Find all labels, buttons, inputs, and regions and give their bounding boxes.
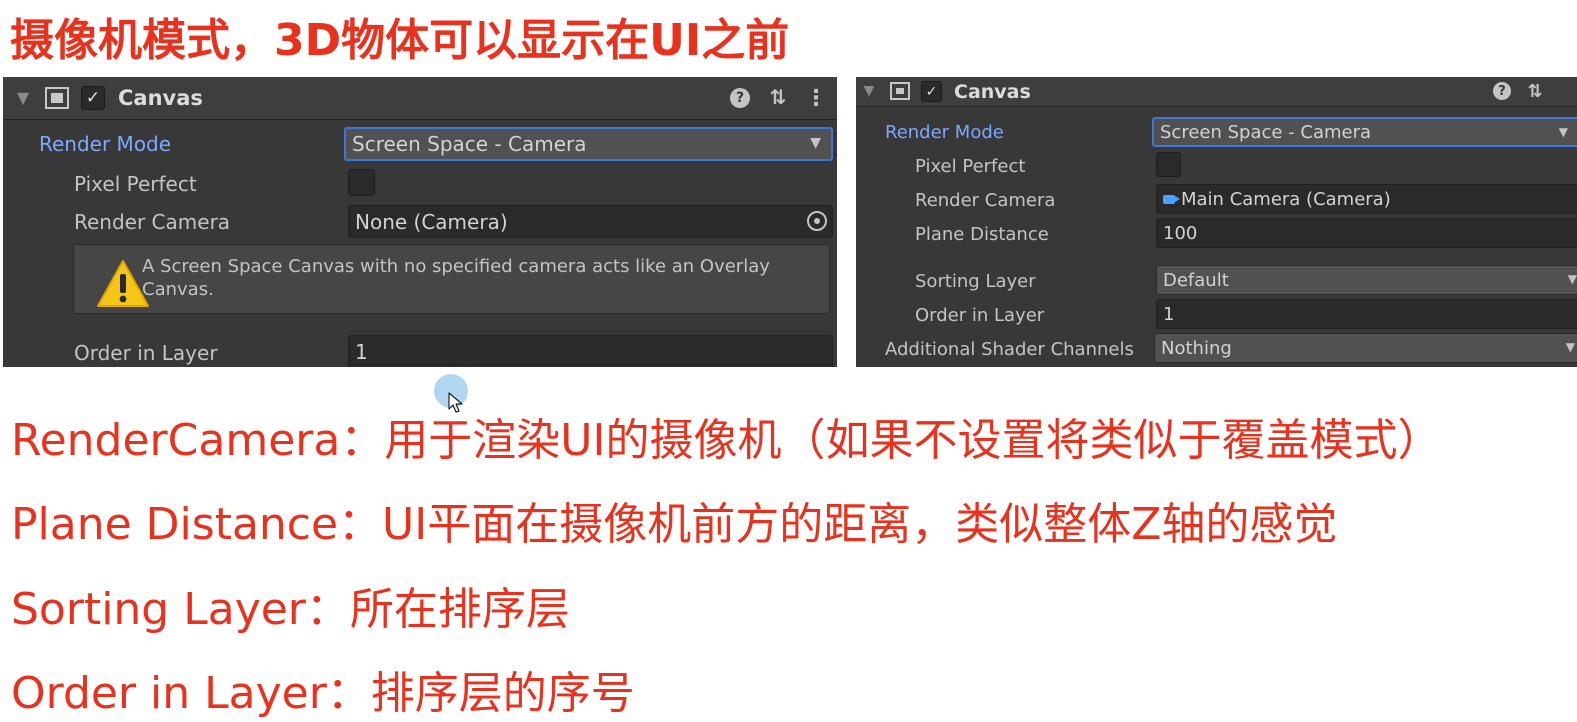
additional-shader-channels-label: Additional Shader Channels <box>885 339 1134 360</box>
warning-text: A Screen Space Canvas with no specified … <box>142 256 770 300</box>
sorting-layer-label: Sorting Layer <box>915 271 1036 292</box>
render-mode-label: Render Mode <box>39 132 172 156</box>
render-camera-field[interactable]: Main Camera (Camera) <box>1156 184 1577 214</box>
checkmark-icon: ✓ <box>925 83 938 100</box>
plane-distance-value: 100 <box>1163 222 1198 244</box>
order-in-layer-field[interactable]: 1 <box>348 335 833 367</box>
object-picker-icon[interactable] <box>807 211 827 231</box>
note-render-camera: RenderCamera：用于渲染UI的摄像机（如果不设置将类似于覆盖模式） <box>11 415 1442 466</box>
sliders-icon[interactable]: ⇅ <box>766 85 790 109</box>
note-order-in-layer: Order in Layer：排序层的序号 <box>11 668 635 719</box>
component-title: Canvas <box>954 81 1031 103</box>
pixel-perfect-checkbox[interactable] <box>1156 152 1181 177</box>
sorting-layer-dropdown[interactable]: Default ▼ <box>1156 265 1577 295</box>
camera-icon <box>1163 194 1180 204</box>
canvas-inspector-left: ▼ ✓ Canvas ? ⇅ ⋮ Render Mode Screen Spac… <box>3 77 837 367</box>
sliders-icon[interactable]: ⇅ <box>1524 80 1546 102</box>
pixel-perfect-label: Pixel Perfect <box>74 172 197 196</box>
warning-helpbox: A Screen Space Canvas with no specified … <box>73 244 830 314</box>
render-camera-field[interactable]: None (Camera) <box>348 205 833 238</box>
slide-title: 摄像机模式，3D物体可以显示在UI之前 <box>10 15 790 66</box>
component-title: Canvas <box>118 86 203 110</box>
canvas-component-icon <box>45 87 69 109</box>
order-in-layer-value: 1 <box>355 340 368 364</box>
enabled-checkbox[interactable]: ✓ <box>81 86 105 110</box>
render-camera-value: Main Camera (Camera) <box>1181 188 1391 210</box>
render-mode-dropdown[interactable]: Screen Space - Camera ▼ <box>344 127 833 161</box>
sorting-layer-value: Default <box>1163 269 1229 291</box>
note-sorting-layer: Sorting Layer：所在排序层 <box>11 584 570 635</box>
triangle-down-icon[interactable]: ▼ <box>15 87 31 107</box>
additional-shader-channels-value: Nothing <box>1161 337 1232 359</box>
checkmark-icon: ✓ <box>85 88 101 108</box>
order-in-layer-value: 1 <box>1163 303 1175 325</box>
plane-distance-field[interactable]: 100 <box>1156 218 1577 248</box>
component-header[interactable]: ▼ ✓ Canvas ? ⇅ <box>856 77 1577 107</box>
help-icon[interactable]: ? <box>730 88 750 108</box>
chevron-down-icon: ▼ <box>810 135 821 151</box>
plane-distance-label: Plane Distance <box>915 224 1049 245</box>
component-header[interactable]: ▼ ✓ Canvas ? ⇅ ⋮ <box>3 77 837 120</box>
render-mode-dropdown[interactable]: Screen Space - Camera ▼ <box>1152 117 1577 147</box>
order-in-layer-field[interactable]: 1 <box>1156 299 1577 329</box>
render-mode-value: Screen Space - Camera <box>352 132 587 156</box>
chevron-down-icon: ▼ <box>1558 125 1568 139</box>
order-in-layer-label: Order in Layer <box>74 341 218 365</box>
render-mode-value: Screen Space - Camera <box>1160 121 1372 143</box>
pixel-perfect-label: Pixel Perfect <box>915 156 1026 177</box>
render-camera-label: Render Camera <box>74 210 231 234</box>
pixel-perfect-checkbox[interactable] <box>348 169 375 196</box>
enabled-checkbox[interactable]: ✓ <box>921 81 942 102</box>
canvas-component-icon <box>890 82 910 100</box>
note-plane-distance: Plane Distance：UI平面在摄像机前方的距离，类似整体Z轴的感觉 <box>11 499 1338 550</box>
render-camera-label: Render Camera <box>915 190 1056 211</box>
kebab-menu-icon[interactable]: ⋮ <box>805 85 827 111</box>
chevron-down-icon: ▼ <box>1565 340 1575 354</box>
render-camera-value: None (Camera) <box>355 209 508 234</box>
order-in-layer-label: Order in Layer <box>915 305 1045 326</box>
additional-shader-channels-dropdown[interactable]: Nothing ▼ <box>1154 333 1577 363</box>
canvas-inspector-right: ▼ ✓ Canvas ? ⇅ Render Mode Screen Space … <box>856 77 1577 367</box>
help-icon[interactable]: ? <box>1493 82 1511 100</box>
chevron-down-icon: ▼ <box>1567 272 1577 286</box>
render-mode-label: Render Mode <box>885 122 1004 143</box>
triangle-down-icon[interactable]: ▼ <box>862 82 876 100</box>
